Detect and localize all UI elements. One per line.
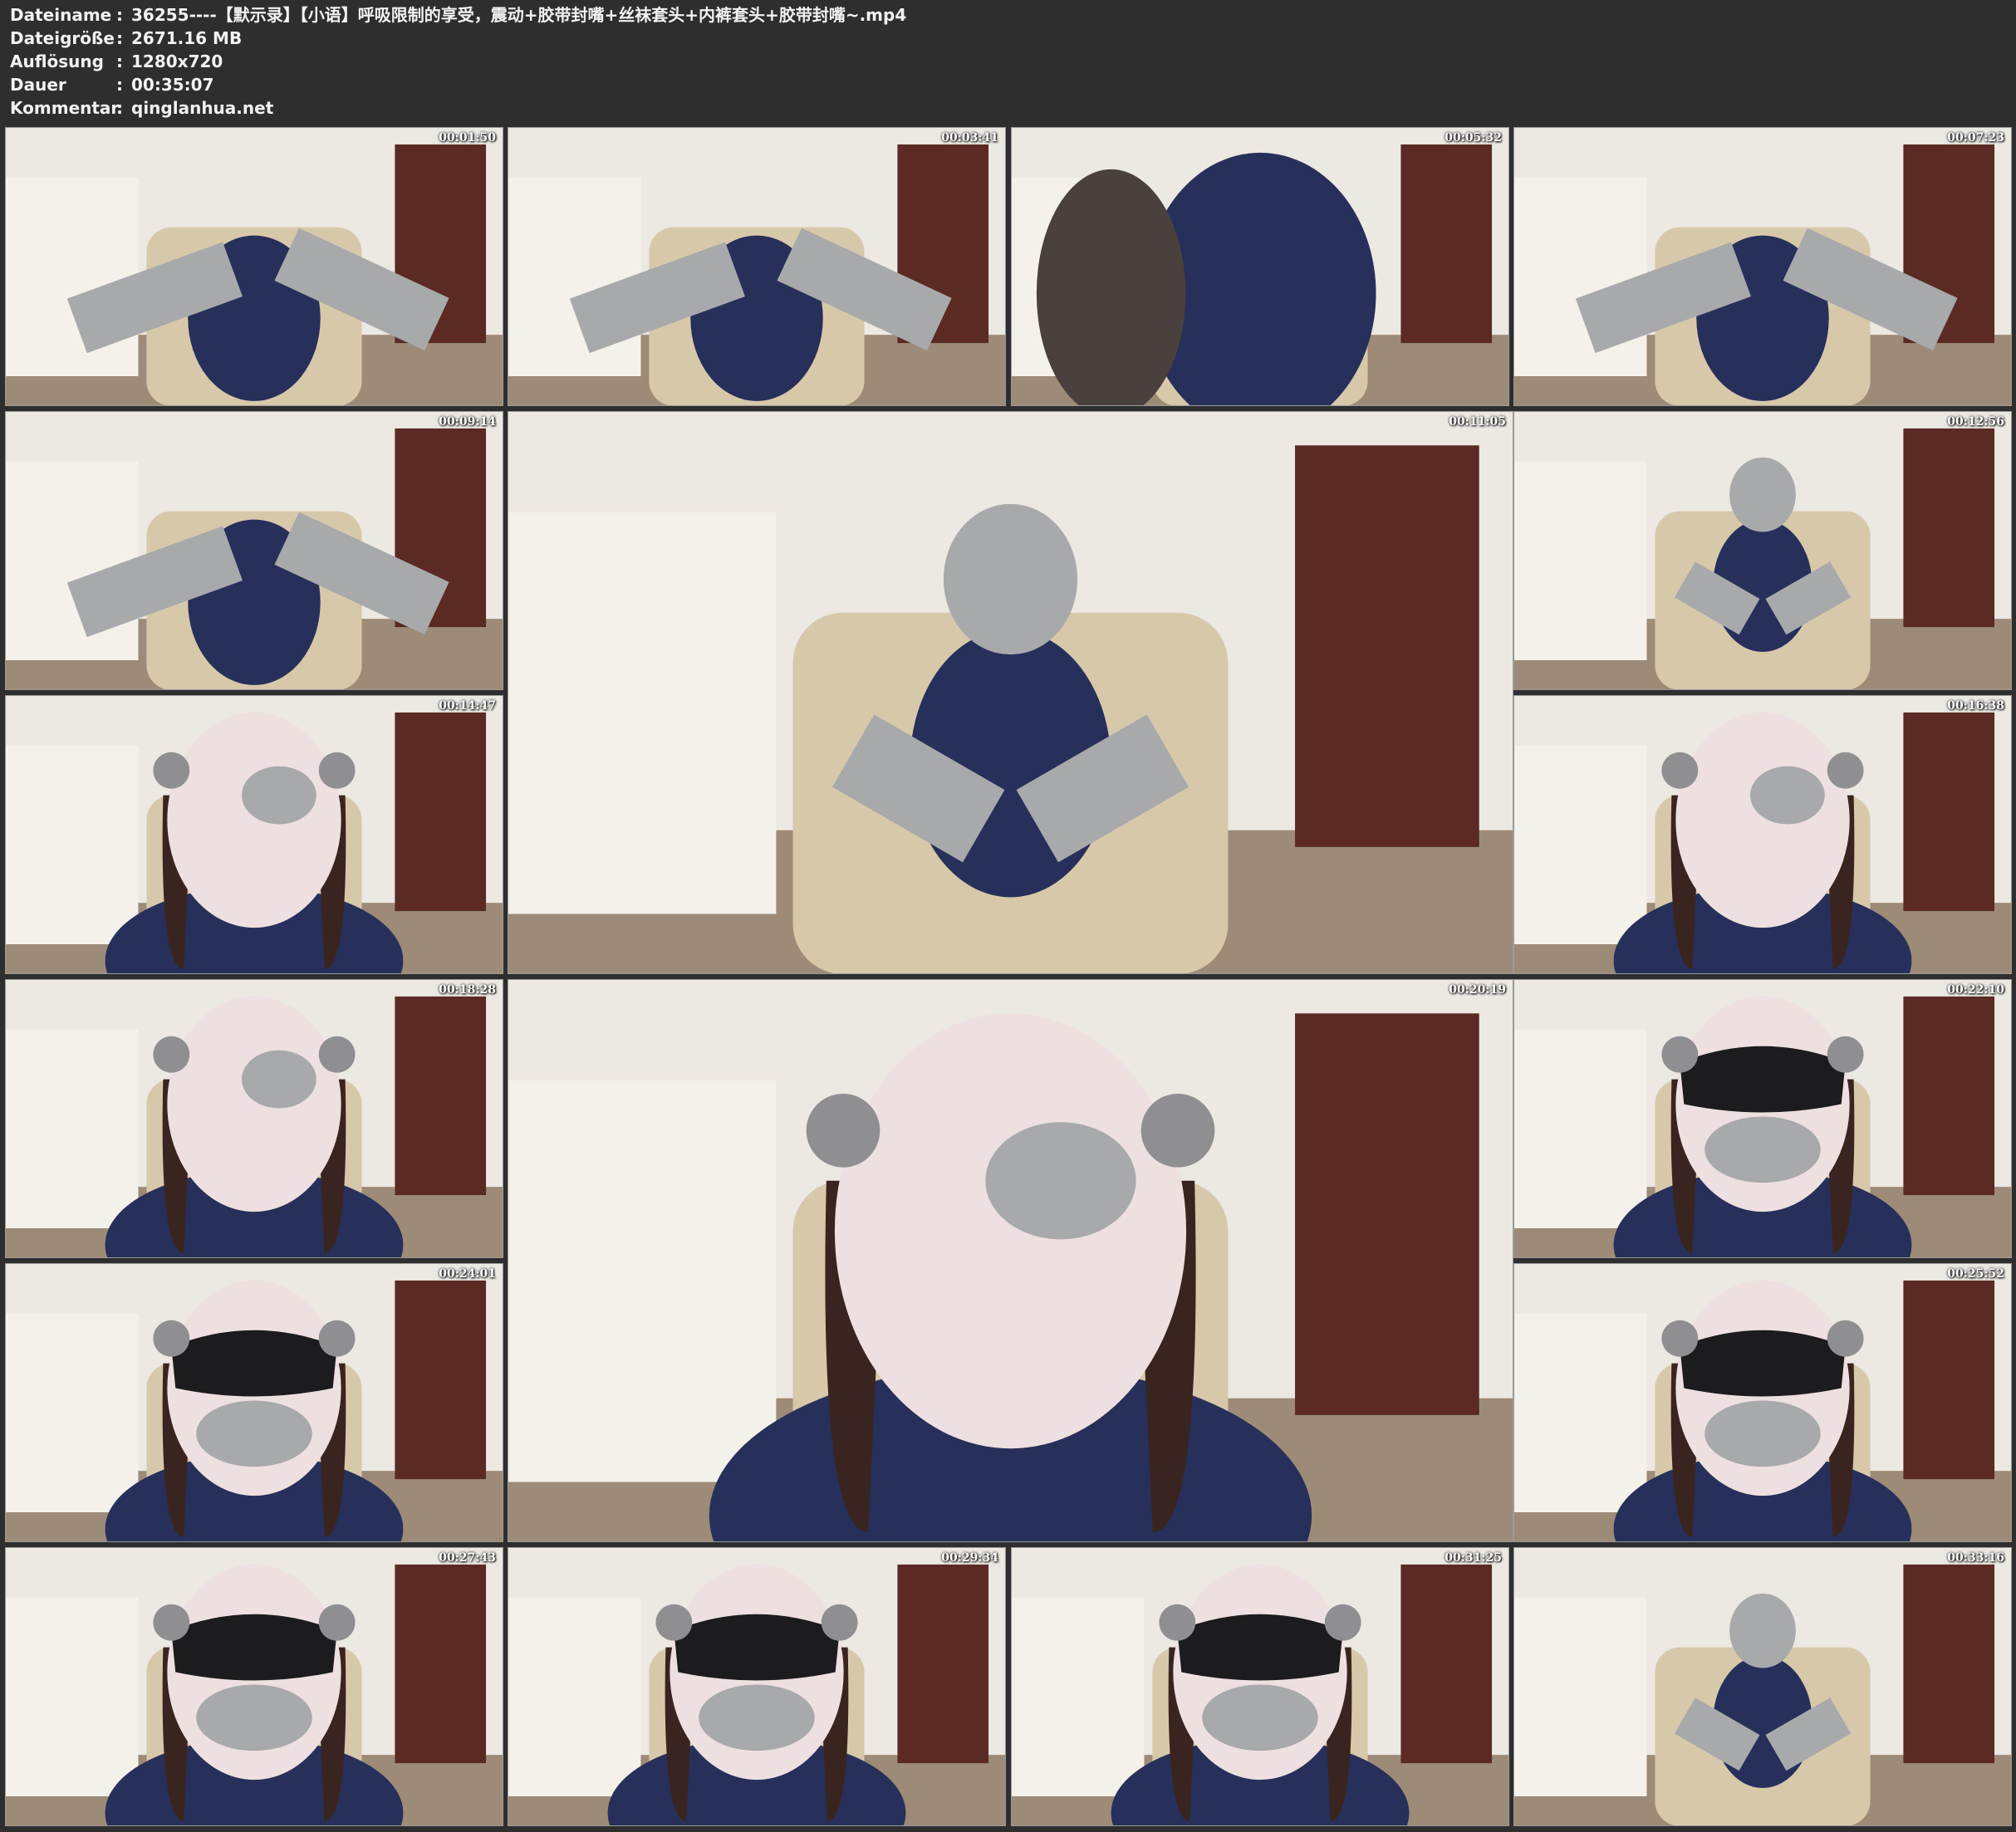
info-separator: : bbox=[116, 75, 123, 95]
video-thumbnail[interactable]: 00:31:25 bbox=[1011, 1547, 1509, 1826]
info-label: Dauer bbox=[10, 75, 66, 95]
thumbnail-timestamp: 00:27:43 bbox=[439, 1551, 496, 1565]
video-thumbnail[interactable]: 00:01:50 bbox=[5, 127, 503, 406]
thumbnail-timestamp: 00:29:34 bbox=[941, 1551, 998, 1565]
info-separator: : bbox=[116, 98, 123, 118]
info-value: 1280x720 bbox=[131, 51, 223, 71]
info-separator: : bbox=[116, 5, 123, 25]
thumbnail-timestamp: 00:25:52 bbox=[1947, 1267, 2004, 1281]
info-value: 00:35:07 bbox=[131, 75, 214, 95]
video-thumbnail[interactable]: 00:12:56 bbox=[1513, 411, 2012, 690]
file-info-panel: Dateiname:36255----【默示录】【小语】呼吸限制的享受，震动+胶… bbox=[10, 3, 906, 120]
thumbnail-timestamp: 00:03:41 bbox=[941, 131, 998, 145]
thumbnail-frame-image bbox=[6, 1548, 503, 1825]
video-thumbnail[interactable]: 00:07:23 bbox=[1513, 127, 2012, 406]
thumbnail-timestamp: 00:01:50 bbox=[439, 131, 496, 145]
thumbnail-timestamp: 00:12:56 bbox=[1947, 415, 2004, 429]
info-value: 36255----【默示录】【小语】呼吸限制的享受，震动+胶带封嘴+丝袜套头+内… bbox=[131, 5, 907, 25]
thumbnail-frame-image bbox=[1514, 1548, 2011, 1825]
info-label: Kommentar bbox=[10, 98, 120, 118]
info-value: qinglanhua.net bbox=[131, 98, 274, 118]
thumbnail-frame-image bbox=[1514, 696, 2011, 973]
info-row: Kommentar: qinglanhua.net bbox=[10, 96, 906, 120]
info-row: Auflösung:1280x720 bbox=[10, 50, 906, 73]
info-separator: : bbox=[116, 51, 123, 71]
thumbnail-frame-image bbox=[1514, 128, 2011, 405]
thumbnail-frame-image bbox=[6, 1264, 503, 1541]
thumbnail-frame-image bbox=[508, 1548, 1005, 1825]
info-value: 2671.16 MB bbox=[131, 28, 243, 48]
thumbnail-frame-image bbox=[1012, 1548, 1508, 1825]
thumbnail-timestamp: 00:14:47 bbox=[439, 699, 496, 713]
video-thumbnail[interactable]: 00:27:43 bbox=[5, 1547, 503, 1826]
video-thumbnail[interactable]: 00:05:32 bbox=[1011, 127, 1509, 406]
thumbnail-frame-image bbox=[1514, 1264, 2011, 1541]
info-separator: : bbox=[116, 28, 123, 48]
thumbnail-frame-image bbox=[1012, 128, 1508, 405]
thumbnail-frame-image bbox=[6, 128, 503, 405]
info-row: Dateiname:36255----【默示录】【小语】呼吸限制的享受，震动+胶… bbox=[10, 3, 906, 27]
video-thumbnail[interactable]: 00:14:47 bbox=[5, 695, 503, 974]
thumbnail-timestamp: 00:33:16 bbox=[1947, 1551, 2004, 1565]
thumbnail-timestamp: 00:24:01 bbox=[439, 1267, 496, 1281]
video-thumbnail[interactable]: 00:16:38 bbox=[1513, 695, 2012, 974]
video-thumbnail[interactable]: 00:20:19 bbox=[508, 979, 1513, 1542]
thumbnail-frame-image bbox=[6, 412, 503, 689]
thumbnail-timestamp: 00:18:28 bbox=[439, 983, 496, 997]
thumbnail-timestamp: 00:20:19 bbox=[1449, 983, 1506, 997]
thumbnail-timestamp: 00:22:10 bbox=[1947, 983, 2004, 997]
thumbnail-timestamp: 00:07:23 bbox=[1947, 131, 2004, 145]
video-thumbnail[interactable]: 00:18:28 bbox=[5, 979, 503, 1258]
thumbnail-frame-image bbox=[1514, 412, 2011, 689]
thumbnail-frame-image bbox=[6, 980, 503, 1257]
info-label: Auflösung bbox=[10, 51, 104, 71]
info-row: Dateigröße:2671.16 MB bbox=[10, 27, 906, 50]
thumbnail-timestamp: 00:16:38 bbox=[1947, 699, 2004, 713]
thumbnail-timestamp: 00:31:25 bbox=[1445, 1551, 1502, 1565]
info-row: Dauer:00:35:07 bbox=[10, 73, 906, 96]
thumbnail-timestamp: 00:11:05 bbox=[1449, 415, 1506, 429]
info-label: Dateigröße bbox=[10, 28, 115, 48]
video-thumbnail[interactable]: 00:29:34 bbox=[508, 1547, 1006, 1826]
video-thumbnail[interactable]: 00:33:16 bbox=[1513, 1547, 2012, 1826]
info-label: Dateiname bbox=[10, 5, 112, 25]
thumbnail-timestamp: 00:09:14 bbox=[439, 415, 496, 429]
thumbnail-timestamp: 00:05:32 bbox=[1445, 131, 1502, 145]
thumbnail-frame-image bbox=[508, 980, 1513, 1541]
thumbnail-frame-image bbox=[1514, 980, 2011, 1257]
video-thumbnail[interactable]: 00:24:01 bbox=[5, 1263, 503, 1542]
video-thumbnail[interactable]: 00:03:41 bbox=[508, 127, 1006, 406]
video-thumbnail[interactable]: 00:09:14 bbox=[5, 411, 503, 690]
thumbnail-frame-image bbox=[6, 696, 503, 973]
video-thumbnail[interactable]: 00:25:52 bbox=[1513, 1263, 2012, 1542]
video-thumbnail[interactable]: 00:22:10 bbox=[1513, 979, 2012, 1258]
video-thumbnail[interactable]: 00:11:05 bbox=[508, 411, 1513, 974]
thumbnail-frame-image bbox=[508, 128, 1005, 405]
thumbnail-frame-image bbox=[508, 412, 1513, 973]
